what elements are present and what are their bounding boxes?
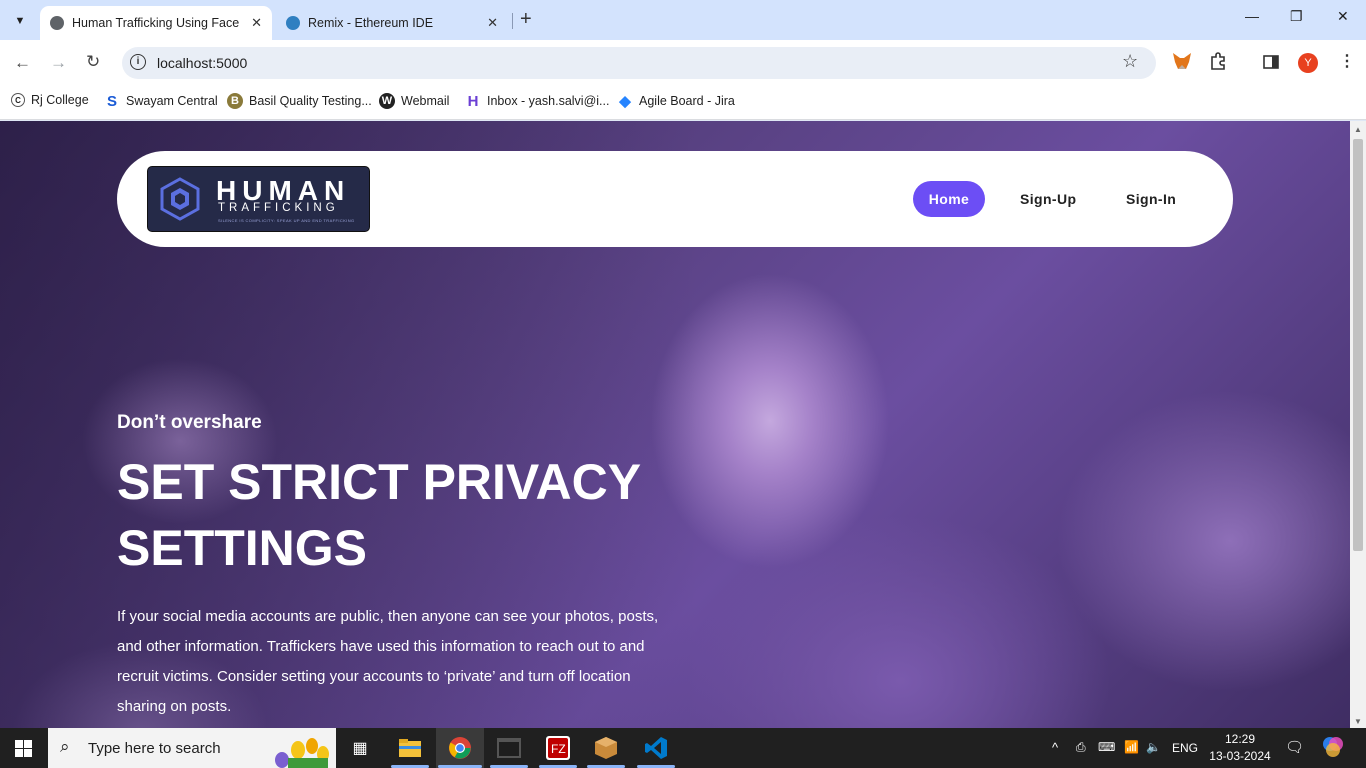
- side-panel-icon[interactable]: [1263, 54, 1279, 75]
- nav-signup-link[interactable]: Sign-Up: [1020, 181, 1076, 217]
- hero-body-text: If your social media accounts are public…: [117, 608, 659, 715]
- nav-signin-link[interactable]: Sign-In: [1126, 181, 1176, 217]
- basil-icon: B: [227, 93, 243, 109]
- close-window-icon[interactable]: ✕: [1337, 8, 1349, 25]
- minimize-icon[interactable]: —: [1245, 8, 1259, 24]
- logo-tagline: SILENCE IS COMPLICITY: SPEAK UP AND END …: [218, 218, 355, 223]
- close-tab-icon[interactable]: ✕: [251, 15, 262, 31]
- profile-avatar[interactable]: Y: [1298, 53, 1318, 73]
- remix-icon: [286, 16, 300, 30]
- bookmark-webmail[interactable]: W Webmail: [379, 93, 449, 109]
- vscode-icon[interactable]: [642, 734, 670, 762]
- tulips-icon: [275, 738, 329, 768]
- chrome-icon[interactable]: [446, 734, 474, 762]
- clock-time: 12:29: [1224, 732, 1256, 746]
- hero-headline: SET STRICT PRIVACY SETTINGS: [117, 454, 641, 576]
- tab-human-trafficking[interactable]: Human Trafficking Using Face R ✕: [40, 6, 272, 40]
- terminal-icon[interactable]: [495, 734, 523, 762]
- svg-text:FZ: FZ: [551, 742, 566, 756]
- scroll-up-icon[interactable]: ▲: [1354, 125, 1362, 134]
- close-tab-icon[interactable]: ✕: [487, 15, 498, 31]
- meet-now-icon[interactable]: ⎙: [1076, 740, 1086, 755]
- notifications-icon[interactable]: 🗨: [1285, 738, 1304, 756]
- bookmark-basil[interactable]: B Basil Quality Testing...: [227, 93, 372, 109]
- bookmark-label: Webmail: [401, 94, 450, 108]
- tab-title: Remix - Ethereum IDE: [308, 16, 434, 30]
- package-icon[interactable]: [592, 734, 620, 762]
- bookmark-label: Agile Board - Jira: [639, 94, 735, 108]
- metamask-icon[interactable]: [1172, 52, 1192, 75]
- webmail-icon: W: [379, 93, 395, 109]
- bookmark-rj-college[interactable]: C Rj College: [11, 93, 89, 107]
- reload-icon[interactable]: ↻: [86, 52, 100, 72]
- windows-taskbar: ⌕ Type here to search ▦ FZ ^ ⎙ ⌨ 📶 🔈 ENG: [0, 728, 1366, 768]
- scrollbar-thumb[interactable]: [1353, 139, 1363, 551]
- new-tab-icon[interactable]: +: [520, 8, 532, 31]
- bookmark-inbox[interactable]: H Inbox - yash.salvi@i...: [465, 92, 610, 110]
- bookmark-jira[interactable]: ◆ Agile Board - Jira: [617, 93, 735, 110]
- logo-subtitle: TRAFFICKING: [218, 202, 339, 214]
- keyboard-icon[interactable]: ⌨: [1098, 740, 1115, 754]
- site-info-icon[interactable]: i: [130, 54, 146, 70]
- task-view-icon[interactable]: ▦: [346, 734, 374, 762]
- bookmark-label: Inbox - yash.salvi@i...: [487, 94, 610, 108]
- volume-icon[interactable]: 🔈: [1146, 740, 1161, 754]
- tab-strip: ▼ Human Trafficking Using Face R ✕ Remix…: [0, 0, 1366, 40]
- taskbar-search-box[interactable]: ⌕ Type here to search: [48, 728, 336, 768]
- hexagon-icon: [160, 177, 200, 221]
- extensions-icon[interactable]: [1209, 52, 1227, 75]
- search-icon: ⌕: [60, 737, 70, 756]
- forward-icon[interactable]: →: [50, 53, 67, 73]
- bookmark-swayam[interactable]: S Swayam Central: [104, 92, 218, 110]
- jira-icon: ◆: [619, 93, 631, 110]
- tab-divider: [512, 13, 513, 29]
- tab-remix[interactable]: Remix - Ethereum IDE ✕: [276, 6, 508, 40]
- restore-icon[interactable]: ❐: [1290, 8, 1303, 25]
- bookmark-star-icon[interactable]: ☆: [1122, 51, 1138, 72]
- clock-date: 13-03-2024: [1209, 749, 1271, 763]
- windows-start-icon[interactable]: [15, 740, 32, 757]
- file-explorer-icon[interactable]: [396, 734, 424, 762]
- bookmark-label: Rj College: [31, 93, 89, 107]
- hero-kicker: Don’t overshare: [117, 412, 262, 433]
- scroll-down-icon[interactable]: ▼: [1354, 717, 1362, 726]
- site-logo[interactable]: HUMAN TRAFFICKING SILENCE IS COMPLICITY:…: [147, 166, 370, 232]
- hero-section: HUMAN TRAFFICKING SILENCE IS COMPLICITY:…: [0, 121, 1350, 728]
- page-scrollbar[interactable]: ▲ ▼: [1350, 121, 1366, 728]
- back-icon[interactable]: ←: [14, 53, 31, 73]
- system-clock[interactable]: 12:29 13-03-2024: [1205, 731, 1275, 765]
- address-bar[interactable]: [122, 47, 1156, 79]
- bookmark-label: Swayam Central: [126, 94, 218, 108]
- filezilla-icon[interactable]: FZ: [544, 734, 572, 762]
- menu-kebab-icon[interactable]: ⋮: [1339, 51, 1355, 71]
- site-header: HUMAN TRAFFICKING SILENCE IS COMPLICITY:…: [117, 151, 1233, 247]
- bookmark-label: Basil Quality Testing...: [249, 94, 372, 108]
- college-icon: C: [11, 93, 25, 107]
- search-placeholder: Type here to search: [88, 740, 221, 757]
- copilot-icon[interactable]: [1322, 736, 1344, 761]
- wifi-icon[interactable]: 📶: [1124, 740, 1139, 754]
- tab-title: Human Trafficking Using Face R: [72, 16, 240, 30]
- bookmarks-bar: C Rj College S Swayam Central B Basil Qu…: [0, 86, 1366, 120]
- tab-search-button[interactable]: ▼: [7, 8, 33, 34]
- nav-home-button[interactable]: Home: [913, 181, 985, 217]
- globe-icon: [50, 16, 64, 30]
- tray-overflow-icon[interactable]: ^: [1052, 740, 1058, 755]
- inbox-icon: H: [467, 92, 479, 110]
- url-text[interactable]: localhost:5000: [157, 55, 247, 71]
- swayam-icon: S: [106, 92, 117, 110]
- language-indicator[interactable]: ENG: [1172, 741, 1198, 755]
